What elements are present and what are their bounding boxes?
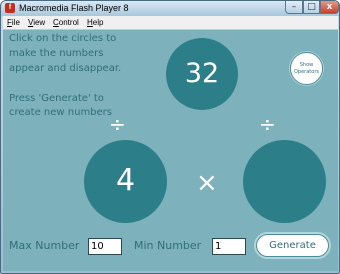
menu-bar: File View Control Help	[3, 16, 338, 30]
top-number-circle[interactable]: 32	[166, 38, 238, 110]
instruction-line-2: make the numbers	[9, 48, 104, 59]
generate-button[interactable]: Generate	[256, 234, 329, 257]
window-title: Macromedia Flash Player 8	[19, 3, 129, 13]
menu-view[interactable]: View	[28, 16, 45, 29]
menu-file[interactable]: File	[7, 16, 20, 29]
instruction-line-4: Press 'Generate' to	[9, 93, 104, 104]
right-divide-operator: ÷	[259, 112, 276, 136]
min-number-label: Min Number	[134, 239, 202, 252]
title-bar[interactable]: f Macromedia Flash Player 8 – □ x	[1, 1, 339, 16]
show-operators-line-1: Show	[299, 62, 314, 68]
menu-control[interactable]: Control	[53, 16, 79, 29]
close-button[interactable]: x	[320, 1, 339, 14]
maximize-button[interactable]: □	[303, 1, 320, 14]
menu-control-label: ontrol	[58, 18, 79, 27]
show-operators-button[interactable]: Show Operators	[290, 52, 323, 85]
menu-help[interactable]: Help	[87, 16, 103, 29]
left-divide-operator: ÷	[109, 112, 126, 136]
menu-help-label: elp	[92, 18, 104, 27]
flash-app-icon: f	[5, 3, 15, 13]
left-number-circle[interactable]: 4	[84, 140, 167, 223]
instruction-line-5: create new numbers	[9, 107, 113, 118]
flash-player-window: f Macromedia Flash Player 8 – □ x File V…	[0, 0, 340, 274]
multiply-operator: ×	[196, 168, 218, 198]
flash-stage: Click on the circles to make the numbers…	[3, 30, 338, 271]
min-number-input[interactable]: 1	[212, 238, 246, 255]
max-number-label: Max Number	[9, 239, 80, 252]
minimize-button[interactable]: –	[285, 1, 303, 14]
max-number-input[interactable]: 10	[88, 238, 122, 255]
instruction-line-3: appear and disappear.	[9, 63, 122, 74]
right-number-circle[interactable]	[243, 140, 326, 223]
show-operators-line-2: Operators	[294, 69, 319, 75]
instruction-line-1: Click on the circles to	[9, 33, 117, 44]
menu-file-label: ile	[11, 18, 20, 27]
menu-view-label: iew	[33, 18, 46, 27]
